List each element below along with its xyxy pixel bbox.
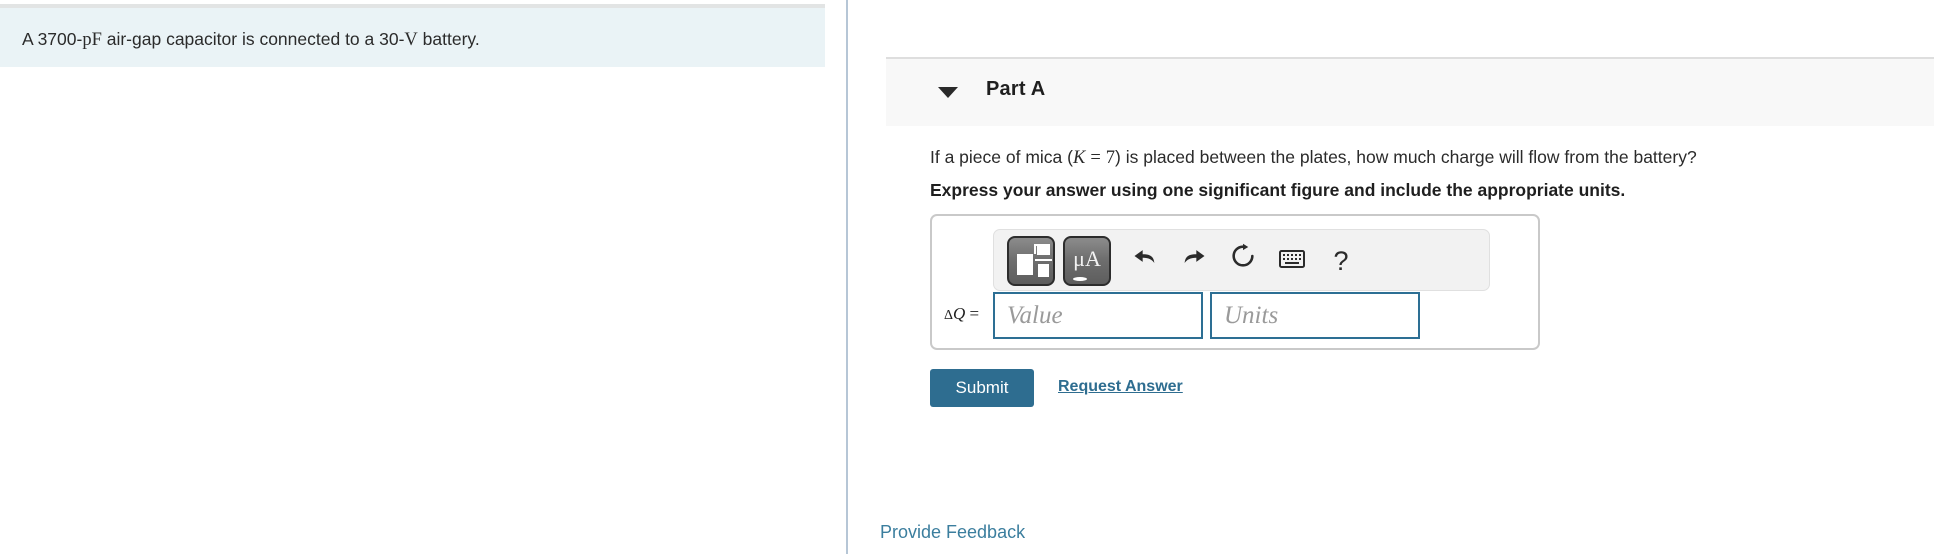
problem-statement-text: A 3700-pF air-gap capacitor is connected… [22, 29, 480, 51]
question-prefix: If a piece of mica ( [930, 147, 1073, 167]
question-suffix: ) is placed between the plates, how much… [1115, 147, 1697, 167]
keyboard-icon[interactable] [1272, 242, 1312, 280]
value-input[interactable] [993, 292, 1203, 339]
question-variable: K [1072, 148, 1086, 168]
math-toolbar: μA ? [993, 229, 1490, 291]
template-base-square [1017, 254, 1033, 275]
request-answer-link[interactable]: Request Answer [1058, 378, 1183, 396]
problem-text-after: battery. [417, 29, 480, 49]
unit-pf: pF [82, 30, 102, 50]
answer-variable-label: ΔQ = [944, 304, 979, 324]
template-fraction-numerator [1037, 244, 1050, 255]
part-a-header[interactable]: Part A [886, 57, 1934, 126]
math-template-icon[interactable] [1007, 236, 1055, 286]
units-input[interactable] [1210, 292, 1420, 339]
triangle-down-icon[interactable] [938, 87, 958, 98]
answer-pane: Part A If a piece of mica (K = 7) is place… [848, 0, 1934, 554]
problem-text-middle: air-gap capacitor is connected to a 30- [101, 29, 405, 49]
equals-symbol: = [965, 304, 980, 323]
answer-entry-box: μA ? ΔQ = Value Units [930, 214, 1540, 350]
problem-text-before: A 3700- [22, 29, 83, 49]
redo-icon[interactable] [1174, 242, 1214, 280]
problem-pane: A 3700-pF air-gap capacitor is connected… [0, 0, 846, 554]
template-fraction-denominator [1038, 264, 1049, 277]
question-equals: = [1090, 148, 1101, 168]
q-symbol: Q [953, 304, 966, 323]
template-fraction-bar [1035, 259, 1052, 261]
problem-page: A 3700-pF air-gap capacitor is connected… [0, 0, 1934, 554]
unit-entry-icon[interactable]: μA [1063, 236, 1111, 286]
question-value: 7 [1105, 148, 1116, 168]
undo-icon[interactable] [1125, 242, 1165, 280]
submit-button[interactable]: Submit [930, 369, 1034, 407]
part-title: Part A [986, 78, 1046, 100]
problem-statement-box: A 3700-pF air-gap capacitor is connected… [0, 4, 825, 67]
delta-symbol: Δ [944, 308, 954, 323]
help-icon[interactable]: ? [1321, 242, 1361, 280]
question-text: If a piece of mica (K = 7) is placed betwe… [930, 147, 1697, 169]
unit-button-label: μA [1073, 246, 1101, 271]
unit-volt: V [404, 30, 418, 50]
provide-feedback-link[interactable]: Provide Feedback [880, 522, 1025, 543]
question-instruction: Express your answer using one significan… [930, 180, 1626, 200]
unit-button-underline [1073, 277, 1087, 281]
reset-icon[interactable] [1223, 242, 1263, 280]
